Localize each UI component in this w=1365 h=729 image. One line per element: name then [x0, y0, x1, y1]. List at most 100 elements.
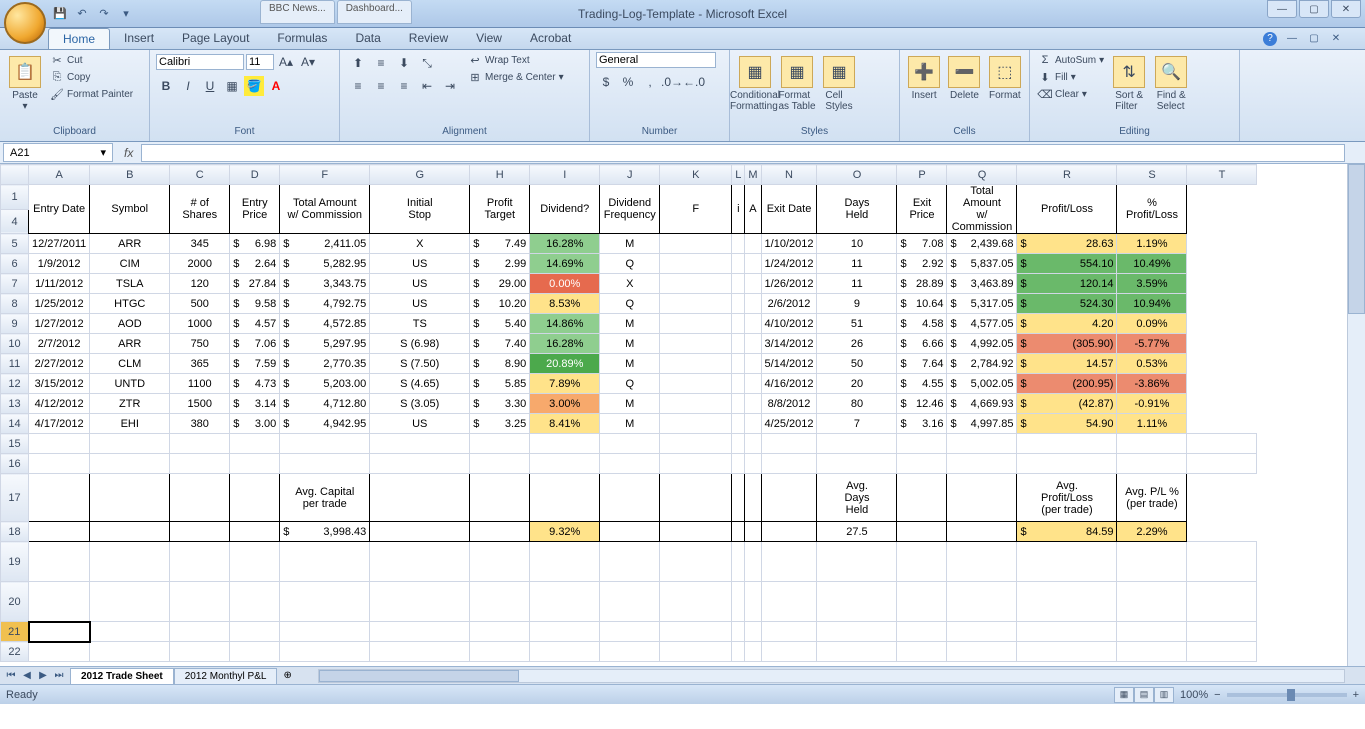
minimize-button[interactable]: —	[1267, 0, 1297, 18]
fx-icon[interactable]: fx	[116, 146, 141, 160]
undo-icon[interactable]: ↶	[74, 6, 90, 22]
cell[interactable]: $4,577.05	[947, 314, 1017, 334]
row-header[interactable]: 15	[1, 434, 29, 454]
cell[interactable]: $5.85	[470, 374, 530, 394]
minimize-ribbon-icon[interactable]: —	[1285, 32, 1299, 46]
cell[interactable]	[470, 582, 530, 622]
cell[interactable]: -0.91%	[1117, 394, 1187, 414]
cell[interactable]: $10.64	[897, 294, 947, 314]
row-header[interactable]: 11	[1, 354, 29, 374]
cell[interactable]	[1187, 542, 1257, 582]
tab-data[interactable]: Data	[341, 28, 394, 49]
cell[interactable]	[732, 374, 745, 394]
align-center-icon[interactable]: ≡	[371, 76, 391, 96]
cell[interactable]	[732, 394, 745, 414]
fill-color-button[interactable]: 🪣	[244, 76, 264, 96]
sheet-tab[interactable]: 2012 Monthyl P&L	[174, 668, 278, 684]
fill-button[interactable]: ⬇Fill ▾	[1036, 69, 1106, 85]
table-header-cell[interactable]: Dividend?	[530, 185, 600, 234]
cell[interactable]	[370, 434, 470, 454]
cell[interactable]: S (4.65)	[370, 374, 470, 394]
cell[interactable]	[660, 234, 732, 254]
cell[interactable]: 80	[817, 394, 897, 414]
cell[interactable]	[732, 334, 745, 354]
cell[interactable]: 4/16/2012	[761, 374, 817, 394]
cell[interactable]: X	[600, 274, 660, 294]
conditional-formatting-button[interactable]: ▦Conditional Formatting	[736, 52, 774, 112]
cell[interactable]	[230, 542, 280, 582]
cell[interactable]	[947, 642, 1017, 662]
cell[interactable]: TSLA	[90, 274, 170, 294]
table-header-cell[interactable]: Profit/Loss	[1017, 185, 1117, 234]
col-header[interactable]: G	[370, 165, 470, 185]
copy-button[interactable]: ⎘Copy	[48, 69, 135, 85]
cell[interactable]	[90, 642, 170, 662]
cell[interactable]: M	[600, 354, 660, 374]
cell[interactable]	[1187, 454, 1257, 474]
format-cells-button[interactable]: ⬚Format	[987, 52, 1023, 101]
row-header[interactable]: 12	[1, 374, 29, 394]
cell[interactable]	[660, 334, 732, 354]
cell[interactable]: 1/9/2012	[29, 254, 90, 274]
cell[interactable]	[660, 374, 732, 394]
cell[interactable]: 8.53%	[530, 294, 600, 314]
cell[interactable]	[230, 622, 280, 642]
col-header[interactable]: J	[600, 165, 660, 185]
cell[interactable]: 3/15/2012	[29, 374, 90, 394]
table-header-cell[interactable]: % Profit/Loss	[1117, 185, 1187, 234]
orientation-icon[interactable]: ⤡	[417, 53, 437, 73]
paste-button[interactable]: 📋Paste▾	[6, 52, 44, 112]
cell[interactable]: CLM	[90, 354, 170, 374]
cell[interactable]	[761, 642, 817, 662]
cell[interactable]	[660, 454, 732, 474]
cell[interactable]	[370, 642, 470, 662]
cell[interactable]	[280, 642, 370, 662]
cell[interactable]	[660, 582, 732, 622]
zoom-out-icon[interactable]: −	[1214, 689, 1220, 701]
row-header[interactable]: 6	[1, 254, 29, 274]
cell[interactable]: US	[370, 294, 470, 314]
cell[interactable]: $4,572.85	[280, 314, 370, 334]
cell[interactable]: $4.73	[230, 374, 280, 394]
office-button[interactable]	[4, 2, 46, 44]
cell[interactable]: $5,837.05	[947, 254, 1017, 274]
cell[interactable]	[947, 542, 1017, 582]
cell[interactable]: 2/6/2012	[761, 294, 817, 314]
cell[interactable]	[745, 294, 761, 314]
cell[interactable]: S (7.50)	[370, 354, 470, 374]
cell[interactable]: 16.28%	[530, 334, 600, 354]
cell[interactable]: $27.84	[230, 274, 280, 294]
cell[interactable]: 10	[817, 234, 897, 254]
cell[interactable]: 11	[817, 274, 897, 294]
cell[interactable]: X	[370, 234, 470, 254]
cell[interactable]: 20.89%	[530, 354, 600, 374]
cell[interactable]	[660, 294, 732, 314]
cell[interactable]	[530, 454, 600, 474]
cell[interactable]	[660, 314, 732, 334]
cell[interactable]	[470, 454, 530, 474]
cell[interactable]: Q	[600, 294, 660, 314]
format-as-table-button[interactable]: ▦Format as Table	[778, 52, 816, 112]
row-header[interactable]: 9	[1, 314, 29, 334]
cell[interactable]: 1.19%	[1117, 234, 1187, 254]
table-header-cell[interactable]: i	[732, 185, 745, 234]
decrease-decimal-icon[interactable]: ←.0	[684, 72, 704, 92]
cell[interactable]: $3.25	[470, 414, 530, 434]
cell[interactable]	[732, 234, 745, 254]
cell[interactable]: $2,439.68	[947, 234, 1017, 254]
cell[interactable]	[170, 642, 230, 662]
table-header-cell[interactable]: Total Amount w/ Commission	[280, 185, 370, 234]
number-format-select[interactable]	[596, 52, 716, 68]
align-right-icon[interactable]: ≡	[394, 76, 414, 96]
cell[interactable]: $3.30	[470, 394, 530, 414]
cell[interactable]: $14.57	[1017, 354, 1117, 374]
cell[interactable]	[600, 582, 660, 622]
cell[interactable]	[1117, 542, 1187, 582]
row-header[interactable]: 22	[1, 642, 29, 662]
tab-formulas[interactable]: Formulas	[263, 28, 341, 49]
cell[interactable]	[897, 642, 947, 662]
cell[interactable]	[745, 582, 761, 622]
col-header[interactable]: K	[660, 165, 732, 185]
cell[interactable]: $28.63	[1017, 234, 1117, 254]
table-header-cell[interactable]: F	[660, 185, 732, 234]
